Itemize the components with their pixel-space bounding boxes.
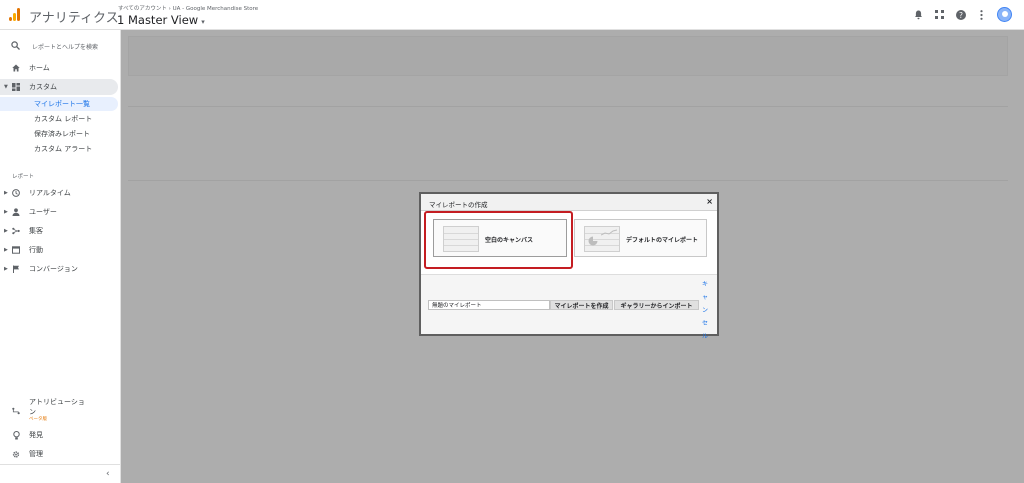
create-dashboard-button[interactable]: マイレポートを作成: [550, 300, 613, 310]
divider: [128, 180, 1008, 181]
avatar[interactable]: [997, 7, 1012, 22]
sidebar-item-home[interactable]: ホーム: [0, 60, 118, 76]
expand-right-icon: ▶: [4, 247, 8, 253]
sidebar-item-attribution[interactable]: アトリビューショ ン ベータ版: [0, 397, 118, 423]
sidebar-item-admin[interactable]: 管理: [0, 446, 118, 462]
sidebar-item-label: 発見: [29, 431, 43, 439]
close-icon[interactable]: ×: [706, 197, 713, 206]
sidebar-item-discover[interactable]: 発見: [0, 427, 118, 443]
dialog-footer: マイレポートを作成 ギャラリーからインポート キャンセル: [421, 274, 717, 340]
sidebar-item-label: アトリビューショ: [29, 398, 85, 406]
sidebar-divider: [0, 464, 120, 465]
search-label: レポートとヘルプを検索: [32, 44, 99, 51]
dialog-title: マイレポートの作成: [429, 201, 488, 209]
sidebar-item-behavior[interactable]: ▶ 行動: [0, 242, 118, 258]
bell-icon[interactable]: [913, 9, 924, 20]
lightbulb-icon: [12, 430, 20, 439]
expand-right-icon: ▶: [4, 190, 8, 196]
sidebar-item-custom[interactable]: ▼ カスタム: [0, 79, 118, 95]
sidebar-item-label: 管理: [29, 450, 43, 458]
dialog-header: マイレポートの作成 ×: [421, 194, 717, 211]
reports-section-heading: レポート: [12, 174, 35, 180]
person-icon: [12, 208, 20, 216]
account-breadcrumb[interactable]: すべてのアカウント › UA - Google Merchandise Stor…: [118, 4, 258, 12]
cancel-link[interactable]: キャンセル: [700, 278, 710, 343]
sidebar-item-realtime[interactable]: ▶ リアルタイム: [0, 185, 118, 201]
analytics-logo[interactable]: [9, 8, 21, 21]
svg-text:?: ?: [959, 10, 963, 19]
sidebar-subitem-custom-reports[interactable]: カスタム レポート: [0, 112, 118, 126]
sidebar-subitem-my-reports[interactable]: マイレポート一覧: [0, 97, 118, 111]
more-vert-icon[interactable]: [976, 9, 987, 20]
sidebar-item-conversions[interactable]: ▶ コンバージョン: [0, 261, 118, 277]
expand-down-icon: ▼: [4, 84, 8, 90]
home-icon: [12, 64, 20, 72]
search-icon: [11, 41, 20, 53]
attribution-icon: [12, 407, 20, 415]
sidebar-item-label: ホーム: [29, 64, 50, 72]
create-dashboard-dialog: マイレポートの作成 × 空白のキャンバス デフォルトのマイレポート マイレポート…: [419, 192, 719, 340]
sidebar-item-label: リアルタイム: [29, 189, 71, 197]
default-dashboard-label: デフォルトのマイレポート: [626, 237, 699, 244]
sidebar-subitem-label: 保存済みレポート: [34, 130, 90, 138]
expand-right-icon: ▶: [4, 228, 8, 234]
sidebar-item-users[interactable]: ▶ ユーザー: [0, 204, 118, 220]
sidebar-subitem-saved-reports[interactable]: 保存済みレポート: [0, 127, 118, 141]
sidebar-item-label: カスタム: [29, 83, 57, 91]
divider: [128, 106, 1008, 107]
dashboard-name-input[interactable]: [428, 300, 550, 310]
help-icon[interactable]: ?: [955, 9, 966, 20]
clock-icon: [12, 189, 20, 197]
gear-icon: [12, 450, 20, 458]
sidebar-item-label: 集客: [29, 227, 43, 235]
import-from-gallery-button[interactable]: ギャラリーからインポート: [614, 300, 699, 310]
expand-right-icon: ▶: [4, 266, 8, 272]
dimmed-panel: [128, 36, 1008, 76]
caret-down-icon: ▾: [201, 18, 205, 26]
sidebar: レポートとヘルプを検索 ホーム ▼ カスタム マイレポート一覧 カスタム レポー…: [0, 30, 121, 483]
behavior-icon: [12, 246, 20, 254]
view-selector[interactable]: 1 Master View ▾: [117, 13, 205, 27]
dashboard-icon: [12, 83, 20, 91]
sidebar-subitem-label: カスタム レポート: [34, 115, 93, 123]
beta-badge: ベータ版: [29, 417, 47, 422]
search-reports[interactable]: レポートとヘルプを検索: [0, 39, 118, 53]
default-dashboard-thumbnail: [584, 226, 620, 252]
app-title: アナリティクス: [29, 11, 119, 26]
highlight-annotation: [424, 211, 573, 269]
view-name-label: 1 Master View: [117, 13, 199, 27]
top-header: アナリティクス すべてのアカウント › UA - Google Merchand…: [0, 0, 1024, 30]
sidebar-subitem-label: マイレポート一覧: [34, 100, 90, 108]
apps-grid-icon[interactable]: [934, 9, 945, 20]
sidebar-item-label: ユーザー: [29, 208, 57, 216]
acquisition-icon: [12, 227, 20, 235]
collapse-sidebar-icon[interactable]: ‹: [106, 469, 110, 479]
sidebar-subitem-label: カスタム アラート: [34, 145, 93, 153]
default-dashboard-option[interactable]: デフォルトのマイレポート: [574, 219, 707, 257]
expand-right-icon: ▶: [4, 209, 8, 215]
sidebar-item-acquisition[interactable]: ▶ 集客: [0, 223, 118, 239]
flag-icon: [12, 265, 20, 273]
sidebar-item-label: コンバージョン: [29, 265, 78, 273]
sidebar-subitem-custom-alerts[interactable]: カスタム アラート: [0, 142, 118, 156]
sidebar-item-label: 行動: [29, 246, 43, 254]
